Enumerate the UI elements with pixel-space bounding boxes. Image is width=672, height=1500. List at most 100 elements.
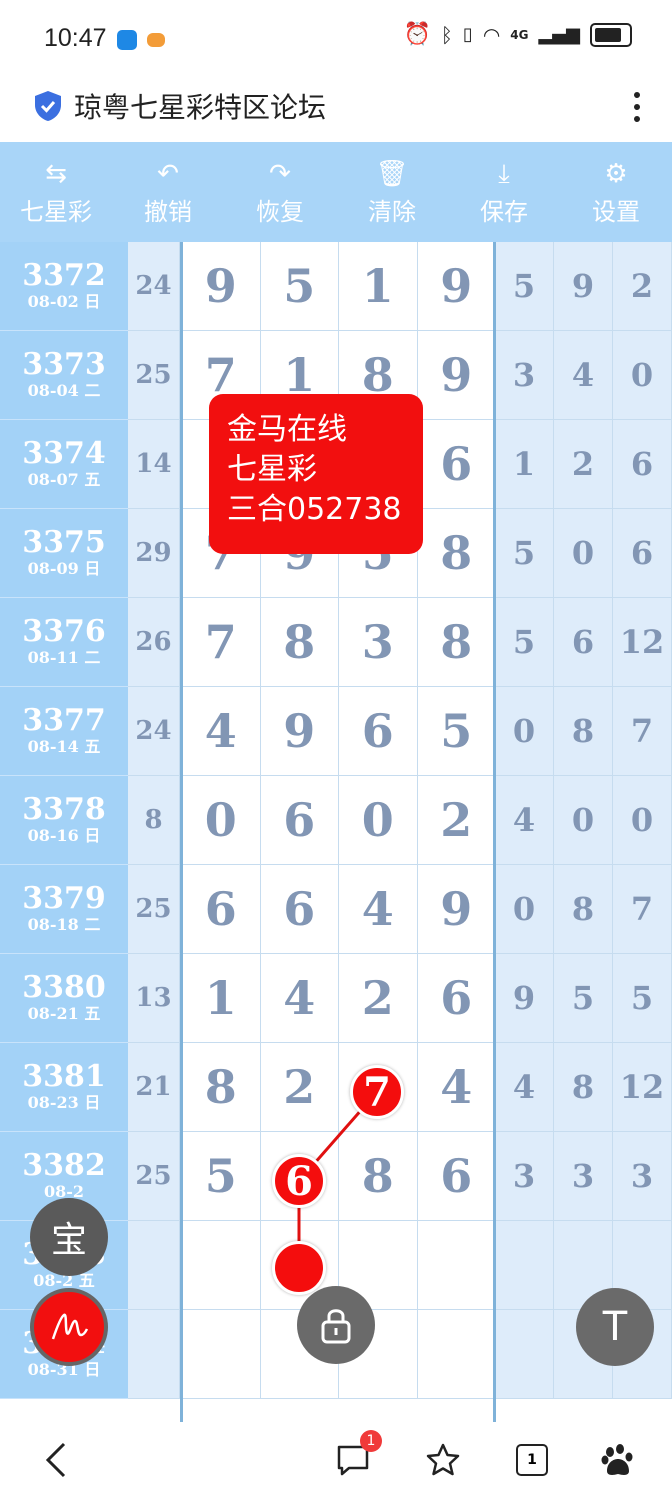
table-row[interactable]: 3378 08-16 日80602400: [0, 776, 672, 865]
issue-cell: 3372 08-02 日: [0, 242, 128, 331]
paw-icon: [601, 1444, 633, 1475]
digit-cell[interactable]: 6: [339, 687, 418, 776]
treasure-button[interactable]: 宝: [30, 1198, 108, 1276]
sum-cell: [128, 1310, 180, 1399]
digit-cell[interactable]: 6: [182, 865, 261, 954]
text-tool-button[interactable]: T: [576, 1288, 654, 1366]
alarm-icon: ⏰: [403, 22, 431, 47]
digit-cell[interactable]: 0: [182, 776, 261, 865]
digit-cell[interactable]: 9: [182, 242, 261, 331]
digit-cell[interactable]: 5: [417, 687, 496, 776]
digit-cell[interactable]: 6: [417, 420, 496, 509]
side-digit-cell: 3: [554, 1132, 613, 1221]
digit-cell[interactable]: 4: [260, 954, 339, 1043]
status-bar: 10:47 ⏰ ᛒ ▯ ◠ 4G ▂▄▆: [0, 0, 672, 78]
digit-cell[interactable]: 5: [260, 242, 339, 331]
marked-ball[interactable]: 7: [350, 1065, 404, 1119]
digit-cell[interactable]: 8: [182, 1043, 261, 1132]
issue-cell: 3378 08-16 日: [0, 776, 128, 865]
messages-button[interactable]: 1: [334, 1430, 382, 1482]
digit-cell[interactable]: [417, 1310, 496, 1399]
trash-icon: 🗑: [375, 158, 409, 189]
digit-cell[interactable]: 3: [339, 598, 418, 687]
download-icon: ⤓: [498, 158, 510, 189]
side-digit-cell: 5: [495, 598, 554, 687]
digit-cell[interactable]: 6: [417, 954, 496, 1043]
app-notification-icon-2: [147, 33, 165, 47]
digit-cell[interactable]: 2: [339, 954, 418, 1043]
table-row[interactable]: 3380 08-21 五 13 1 4 2 6 9 5 5: [0, 954, 672, 1043]
digit-cell[interactable]: 4: [339, 865, 418, 954]
digit-cell[interactable]: 5: [182, 1132, 261, 1221]
digit-cell[interactable]: 9: [417, 242, 496, 331]
back-button[interactable]: [38, 1438, 74, 1482]
table-row[interactable]: 3381 08-23 日 21 8 2 4 4 8 12: [0, 1043, 672, 1132]
undo-button[interactable]: ↶ 撤销: [112, 142, 224, 242]
grid-divider: [180, 242, 183, 1422]
side-digit-cell: 5: [613, 954, 672, 1043]
table-row[interactable]: 3376 08-11 二 26 7 8 3 8 5 6 12: [0, 598, 672, 687]
settings-button[interactable]: ⚙ 设置: [560, 142, 672, 242]
digit-cell[interactable]: 8: [260, 598, 339, 687]
digit-cell[interactable]: [417, 1221, 496, 1310]
tabs-button[interactable]: 1: [514, 1438, 550, 1482]
digit-cell[interactable]: 6: [260, 865, 339, 954]
lock-button[interactable]: [297, 1286, 375, 1364]
side-digit-cell: 6: [613, 420, 672, 509]
digit-cell[interactable]: 8: [339, 1132, 418, 1221]
digit-cell[interactable]: 4: [417, 1043, 496, 1132]
digit-cell[interactable]: 9: [417, 865, 496, 954]
digit-cell[interactable]: 2: [417, 776, 496, 865]
pen-button[interactable]: [30, 1288, 108, 1366]
table-row[interactable]: 3377 08-14 五 24 4 9 6 5 0 8 7: [0, 687, 672, 776]
baidu-button[interactable]: [598, 1438, 638, 1482]
issue-cell: 3377 08-14 五: [0, 687, 128, 776]
side-digit-cell: 5: [495, 242, 554, 331]
marked-ball[interactable]: [272, 1241, 326, 1295]
more-vertical-icon[interactable]: [632, 88, 642, 128]
digit-cell[interactable]: [182, 1310, 261, 1399]
redo-button[interactable]: ↷ 恢复: [224, 142, 336, 242]
issue-date: 08-16 日: [27, 826, 101, 845]
digit-cell[interactable]: 6: [260, 776, 339, 865]
side-digit-cell: 0: [613, 776, 672, 865]
grid-divider: [493, 242, 496, 1422]
digit-cell[interactable]: 1: [182, 954, 261, 1043]
digit-cell[interactable]: 7: [182, 598, 261, 687]
tool-lottery-switch[interactable]: ⇆ 七星彩: [0, 142, 112, 242]
digit-cell[interactable]: 2: [260, 1043, 339, 1132]
table-row[interactable]: 3372 08-02 日 24 9 5 1 9 5 9 2: [0, 242, 672, 331]
side-digit-cell: 1: [495, 420, 554, 509]
digit-cell[interactable]: 9: [417, 331, 496, 420]
issue-date: 08-23 日: [27, 1093, 101, 1112]
side-digit-cell: 7: [613, 865, 672, 954]
issue-date: 08-02 日: [27, 292, 101, 311]
issue-cell: 3381 08-23 日: [0, 1043, 128, 1132]
ad-popup[interactable]: 金马在线 七星彩 三合052738: [209, 394, 423, 554]
save-button[interactable]: ⤓ 保存: [448, 142, 560, 242]
digit-cell[interactable]: 6: [417, 1132, 496, 1221]
sum-cell: 26: [128, 598, 180, 687]
issue-cell: 3375 08-09 日: [0, 509, 128, 598]
digit-cell[interactable]: [182, 1221, 261, 1310]
issue-number: 3374: [22, 436, 106, 471]
digit-cell[interactable]: 8: [417, 598, 496, 687]
marked-ball[interactable]: 6: [272, 1154, 326, 1208]
wifi-icon: ◠: [482, 22, 501, 47]
favorite-button[interactable]: [423, 1438, 463, 1482]
sum-cell: 14: [128, 420, 180, 509]
issue-number: 3379: [22, 881, 106, 916]
table-row[interactable]: 3382 08-2 25 5 8 6 3 3 3: [0, 1132, 672, 1221]
signal-icon: ▂▄▆: [538, 24, 580, 45]
digit-cell[interactable]: 8: [417, 509, 496, 598]
clear-button[interactable]: 🗑 清除: [336, 142, 448, 242]
table-row[interactable]: 3379 08-18 二 25 6 6 4 9 0 8 7: [0, 865, 672, 954]
digit-cell[interactable]: 0: [339, 776, 418, 865]
digit-cell[interactable]: 4: [182, 687, 261, 776]
side-digit-cell: 6: [613, 509, 672, 598]
digit-cell[interactable]: 9: [260, 687, 339, 776]
issue-cell: 3374 08-07 五: [0, 420, 128, 509]
page-title: 琼粤七星彩特区论坛: [74, 91, 327, 124]
digit-cell[interactable]: 1: [339, 242, 418, 331]
swap-icon: ⇆: [45, 158, 67, 189]
